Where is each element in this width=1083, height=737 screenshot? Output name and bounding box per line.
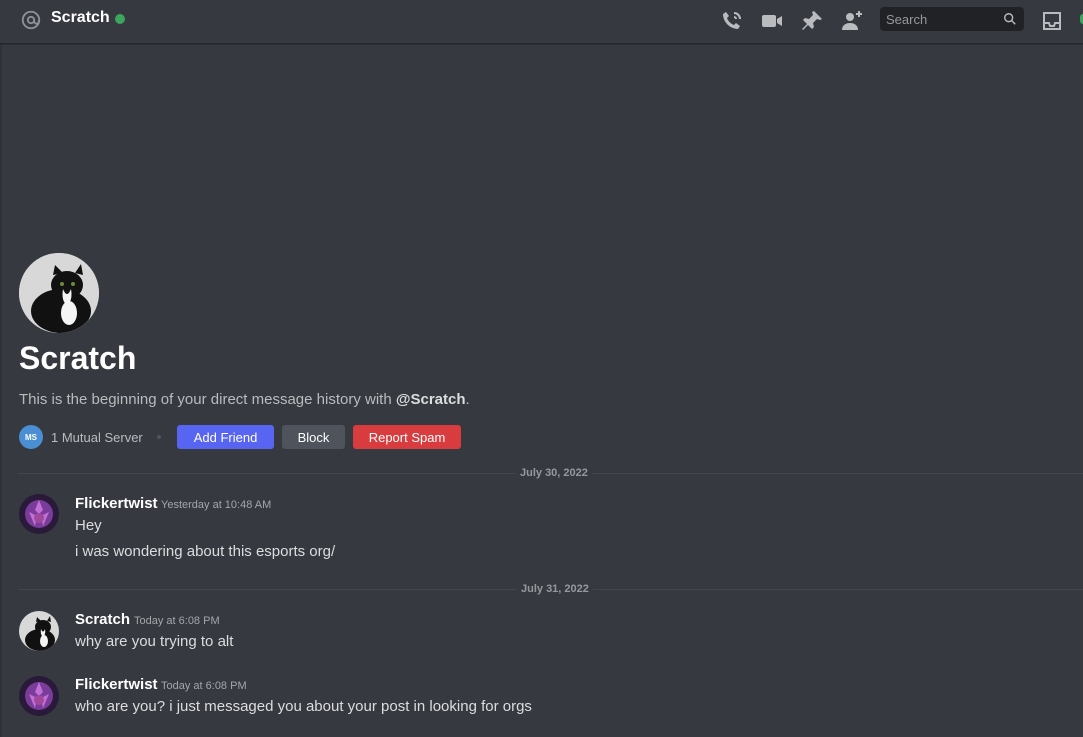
mutual-servers-link[interactable]: 1 Mutual Server bbox=[51, 430, 143, 445]
message-author[interactable]: Flickertwist bbox=[75, 676, 158, 693]
add-friend-button[interactable]: Add Friend bbox=[177, 425, 274, 449]
message-timestamp: Yesterday at 10:48 AM bbox=[161, 499, 272, 511]
search-icon bbox=[1004, 13, 1016, 25]
avatar[interactable] bbox=[19, 494, 59, 534]
video-call-icon[interactable] bbox=[760, 9, 784, 33]
cat-avatar-image bbox=[19, 253, 99, 333]
search-input[interactable]: Search bbox=[880, 7, 1024, 31]
profile-avatar[interactable] bbox=[19, 253, 99, 333]
mutual-server-initials: MS bbox=[25, 432, 37, 442]
pin-icon[interactable] bbox=[800, 9, 824, 33]
channel-title: Scratch bbox=[51, 9, 110, 26]
message-text: Hey bbox=[75, 517, 102, 534]
block-button[interactable]: Block bbox=[282, 425, 345, 449]
inbox-icon[interactable] bbox=[1040, 9, 1064, 33]
flickertwist-avatar-image bbox=[19, 494, 59, 534]
message-author[interactable]: Flickertwist bbox=[75, 495, 158, 512]
separator-dot bbox=[157, 435, 161, 439]
date-divider-label: July 30, 2022 bbox=[516, 467, 592, 479]
message-text: who are you? i just messaged you about y… bbox=[75, 698, 532, 715]
avatar[interactable] bbox=[19, 676, 59, 716]
message-timestamp: Today at 6:08 PM bbox=[161, 680, 247, 692]
online-status-indicator bbox=[115, 14, 125, 24]
message-text: i was wondering about this esports org/ bbox=[75, 543, 336, 560]
intro-mention[interactable]: @Scratch bbox=[396, 391, 466, 408]
avatar[interactable] bbox=[19, 611, 59, 651]
voice-call-icon[interactable] bbox=[720, 9, 744, 33]
profile-name: Scratch bbox=[19, 340, 137, 376]
search-placeholder: Search bbox=[886, 12, 928, 27]
date-divider-label: July 31, 2022 bbox=[517, 583, 593, 595]
message-author[interactable]: Scratch bbox=[75, 611, 130, 628]
message-text: why are you trying to alt bbox=[75, 633, 234, 650]
left-edge bbox=[0, 0, 2, 737]
add-friend-icon[interactable] bbox=[840, 9, 864, 33]
intro-suffix: . bbox=[465, 391, 470, 408]
flickertwist-avatar-image bbox=[19, 676, 59, 716]
channel-header: Scratch Search bbox=[0, 0, 1083, 44]
mutual-server-icon[interactable]: MS bbox=[19, 425, 43, 449]
message-timestamp: Today at 6:08 PM bbox=[134, 615, 220, 627]
at-sign-icon bbox=[21, 10, 41, 30]
scratch-avatar-image bbox=[19, 611, 59, 651]
dm-intro-text: This is the beginning of your direct mes… bbox=[19, 391, 470, 408]
report-spam-button[interactable]: Report Spam bbox=[353, 425, 461, 449]
intro-prefix: This is the beginning of your direct mes… bbox=[19, 391, 396, 408]
